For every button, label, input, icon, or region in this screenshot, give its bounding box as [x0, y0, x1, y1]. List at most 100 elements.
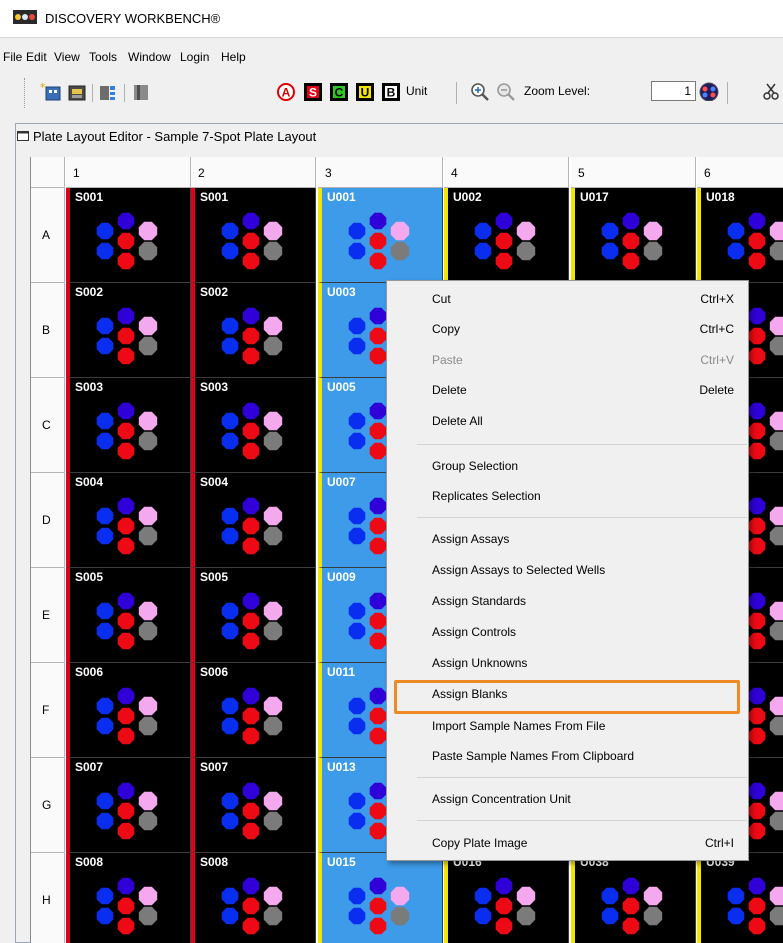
color-palette-icon[interactable]	[698, 81, 720, 101]
standards-toolbar-icon[interactable]: S	[303, 82, 323, 102]
indigo-spot	[622, 212, 640, 230]
zoom-in-icon[interactable]	[470, 82, 490, 102]
import-sample-names-from-file-menu-item[interactable]: Import Sample Names From File	[387, 712, 748, 740]
row-header-D[interactable]: D	[31, 473, 65, 568]
window-restore-icon[interactable]	[17, 131, 29, 141]
well-E1[interactable]: S005	[66, 568, 191, 663]
zoom-out-icon[interactable]	[496, 82, 516, 102]
red-spot	[622, 232, 640, 250]
blue-spot	[474, 907, 492, 925]
well-H3[interactable]: U015	[318, 853, 443, 943]
replicates-selection-menu-item[interactable]: Replicates Selection	[387, 482, 748, 510]
well-A1[interactable]: S001	[66, 188, 191, 283]
blue-spot	[221, 792, 239, 810]
pink-spot	[263, 791, 283, 811]
well-D2[interactable]: S004	[191, 473, 316, 568]
paste-sample-names-from-clipboard-menu-item[interactable]: Paste Sample Names From Clipboard	[387, 742, 748, 770]
copy-menu-item[interactable]: Copy Ctrl+C	[387, 315, 748, 343]
well-A3[interactable]: U001	[318, 188, 443, 283]
indigo-spot	[242, 212, 260, 230]
menu-window[interactable]: Window	[128, 50, 171, 64]
menu-separator	[417, 777, 747, 778]
blue-spot	[601, 222, 619, 240]
svg-text:*: *	[40, 82, 46, 94]
red-spot	[117, 917, 135, 935]
well-G1[interactable]: S007	[66, 758, 191, 853]
well-H1[interactable]: S008	[66, 853, 191, 943]
menu-view[interactable]: View	[54, 50, 80, 64]
red-spot	[369, 727, 387, 745]
well-A5[interactable]: U017	[571, 188, 696, 283]
assign-standards-menu-item[interactable]: Assign Standards	[387, 587, 748, 615]
row-header-B[interactable]: B	[31, 283, 65, 378]
copy-plate-image-menu-item[interactable]: Copy Plate Image Ctrl+I	[387, 829, 748, 857]
row-header-C[interactable]: C	[31, 378, 65, 473]
assign-assays-menu-item[interactable]: Assign Assays	[387, 525, 748, 553]
well-D1[interactable]: S004	[66, 473, 191, 568]
well-label: S003	[75, 380, 104, 394]
blue-spot	[96, 717, 114, 735]
indigo-spot	[117, 877, 135, 895]
open-plate-icon[interactable]	[66, 82, 88, 102]
row-header-H[interactable]: H	[31, 853, 65, 943]
assign-unknowns-menu-item[interactable]: Assign Unknowns	[387, 649, 748, 677]
paste-menu-item[interactable]: Paste Ctrl+V	[387, 346, 748, 374]
column-header-3[interactable]: 3	[318, 157, 443, 188]
well-H2[interactable]: S008	[191, 853, 316, 943]
well-C1[interactable]: S003	[66, 378, 191, 473]
book-icon[interactable]	[131, 82, 153, 102]
well-H5[interactable]: U038	[571, 853, 696, 943]
new-plate-icon[interactable]: *	[40, 82, 62, 102]
red-spot	[242, 632, 260, 650]
group-selection-menu-item[interactable]: Group Selection	[387, 452, 748, 480]
column-header-5[interactable]: 5	[571, 157, 696, 188]
delete-all-menu-item[interactable]: Delete All	[387, 407, 748, 435]
menu-file[interactable]: File	[3, 50, 22, 64]
menu-help[interactable]: Help	[221, 50, 246, 64]
well-B2[interactable]: S002	[191, 283, 316, 378]
well-A4[interactable]: U002	[444, 188, 569, 283]
well-H6[interactable]: U039	[697, 853, 783, 943]
column-header-4[interactable]: 4	[444, 157, 569, 188]
row-header-A[interactable]: A	[31, 188, 65, 283]
delete-menu-item[interactable]: Delete Delete	[387, 376, 748, 404]
well-E2[interactable]: S005	[191, 568, 316, 663]
column-header-1[interactable]: 1	[66, 157, 191, 188]
well-A2[interactable]: S001	[191, 188, 316, 283]
well-G2[interactable]: S007	[191, 758, 316, 853]
assign-concentration-unit-menu-item[interactable]: Assign Concentration Unit	[387, 785, 748, 813]
assign-controls-menu-item[interactable]: Assign Controls	[387, 618, 748, 646]
gray-spot	[263, 906, 283, 926]
unit-button[interactable]: Unit	[406, 84, 427, 98]
blanks-toolbar-icon[interactable]: B	[381, 82, 401, 102]
well-F1[interactable]: S006	[66, 663, 191, 758]
row-header-G[interactable]: G	[31, 758, 65, 853]
blue-spot	[221, 412, 239, 430]
zoom-level-input[interactable]: 1	[651, 81, 696, 101]
red-spot	[369, 517, 387, 535]
well-B1[interactable]: S002	[66, 283, 191, 378]
assays-toolbar-icon[interactable]: A	[276, 82, 296, 102]
menu-edit[interactable]: Edit	[26, 50, 47, 64]
controls-toolbar-icon[interactable]: C	[329, 82, 349, 102]
indigo-spot	[242, 687, 260, 705]
well-A6[interactable]: U018	[697, 188, 783, 283]
column-header-6[interactable]: 6	[697, 157, 783, 188]
row-header-F[interactable]: F	[31, 663, 65, 758]
well-C2[interactable]: S003	[191, 378, 316, 473]
menu-tools[interactable]: Tools	[89, 50, 117, 64]
indigo-spot	[748, 877, 766, 895]
well-H4[interactable]: U016	[444, 853, 569, 943]
well-F2[interactable]: S006	[191, 663, 316, 758]
blue-spot	[96, 622, 114, 640]
cut-menu-item[interactable]: Cut Ctrl+X	[387, 285, 748, 313]
scissors-icon[interactable]	[762, 82, 782, 102]
row-header-E[interactable]: E	[31, 568, 65, 663]
menu-login[interactable]: Login	[180, 50, 209, 64]
well-label: U003	[327, 285, 356, 299]
column-header-2[interactable]: 2	[191, 157, 316, 188]
plate-settings-icon[interactable]	[97, 82, 119, 102]
assign-assays-to-selected-wells-menu-item[interactable]: Assign Assays to Selected Wells	[387, 556, 748, 584]
red-spot	[117, 442, 135, 460]
unknowns-toolbar-icon[interactable]: U	[355, 82, 375, 102]
